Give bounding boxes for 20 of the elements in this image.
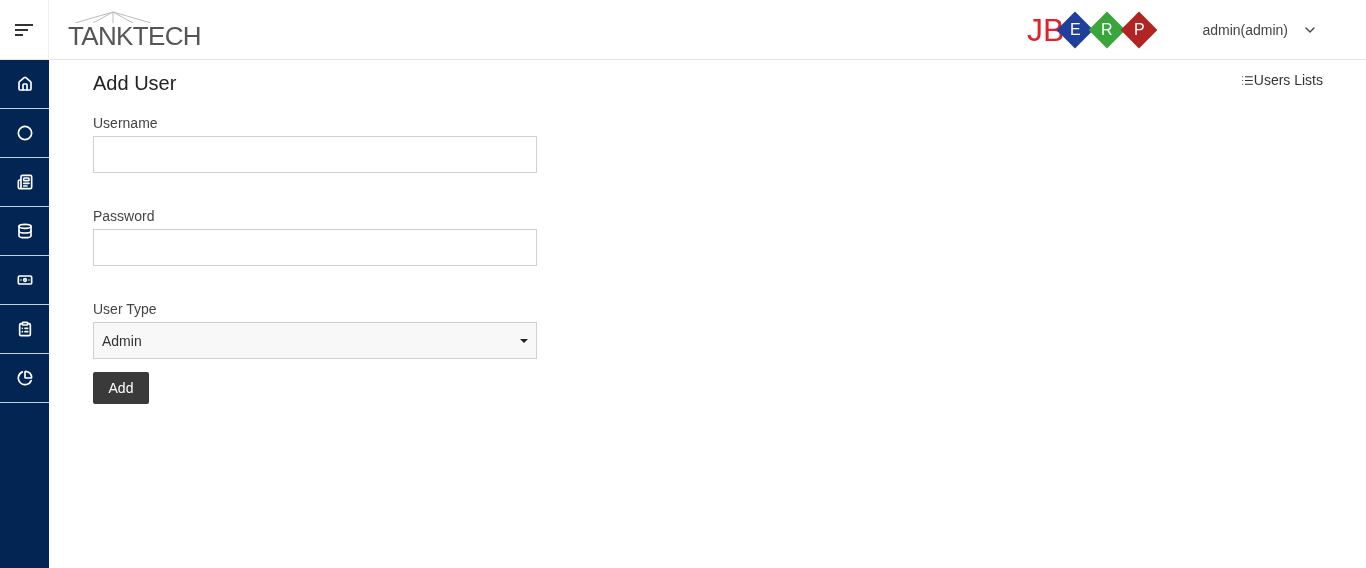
clipboard-icon bbox=[16, 321, 33, 337]
page-title: Add User bbox=[93, 71, 177, 96]
add-button[interactable]: Add bbox=[93, 372, 149, 404]
brand-logo: TANKTECH bbox=[68, 10, 201, 49]
pie-chart-icon bbox=[16, 370, 33, 386]
users-list-link[interactable]: Users Lists bbox=[1240, 70, 1323, 90]
field-label: User Type bbox=[93, 300, 157, 319]
dropdown-caret-icon bbox=[520, 338, 528, 343]
field-label: Password bbox=[93, 207, 155, 226]
database-icon bbox=[16, 223, 33, 239]
field-label: Username bbox=[93, 114, 158, 133]
user-menu[interactable]: admin(admin) bbox=[1202, 19, 1318, 40]
list-icon bbox=[1240, 73, 1254, 87]
cash-icon bbox=[16, 272, 33, 288]
username-field[interactable] bbox=[93, 136, 537, 173]
circle-icon bbox=[16, 125, 33, 141]
user-type-select[interactable]: Admin bbox=[93, 322, 537, 359]
password-field[interactable] bbox=[93, 229, 537, 266]
document-icon bbox=[16, 174, 33, 190]
home-icon bbox=[16, 76, 33, 92]
